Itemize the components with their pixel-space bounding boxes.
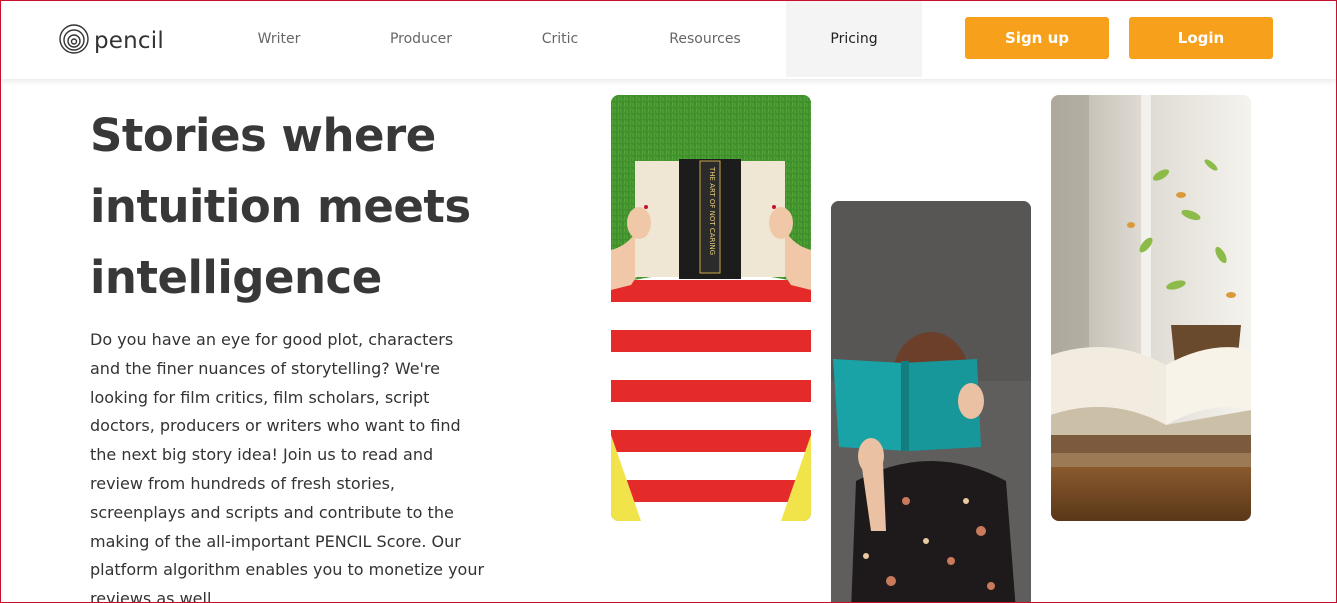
headline-line: intuition meets xyxy=(90,180,471,233)
photo-teal-book-reader xyxy=(831,201,1031,603)
intro-line: looking for film critics, film scholars,… xyxy=(90,387,430,407)
intro-line: and the finer nuances of storytelling? W… xyxy=(90,358,441,378)
headline-line: Stories where xyxy=(90,109,436,162)
intro-line: platform algorithm enables you to moneti… xyxy=(90,560,485,580)
photo-striped-reader: THE ART OF NOT CARING xyxy=(611,95,811,521)
nav-item-resources[interactable]: Resources xyxy=(651,1,759,77)
book-spine-title: THE ART OF NOT CARING xyxy=(708,166,716,255)
login-button[interactable]: Login xyxy=(1129,17,1273,59)
nav-item-producer[interactable]: Producer xyxy=(371,1,471,77)
intro-line: the next big story idea! Join us to read… xyxy=(90,445,434,465)
site-header: pencil Writer Producer Critic Resources … xyxy=(1,1,1336,79)
hero-headline: Stories where intuition meets intelligen… xyxy=(90,100,570,313)
photo-open-book xyxy=(1051,95,1251,521)
intro-line: reviews as well. xyxy=(90,589,217,603)
brand-logo[interactable]: pencil xyxy=(58,23,164,59)
intro-line: Do you have an eye for good plot, charac… xyxy=(90,330,454,349)
intro-line: doctors, producers or writers who want t… xyxy=(90,416,461,436)
intro-line: making of the all-important PENCIL Score… xyxy=(90,531,461,551)
nav-item-writer[interactable]: Writer xyxy=(238,1,320,77)
nav-item-critic[interactable]: Critic xyxy=(521,1,599,77)
intro-line: review from hundreds of fresh stories, xyxy=(90,473,396,493)
intro-line: screenplays and scripts and contribute t… xyxy=(90,502,454,522)
brand-name: pencil xyxy=(94,28,164,54)
nav-item-pricing[interactable]: Pricing xyxy=(786,1,922,77)
hero-intro-text: Do you have an eye for good plot, charac… xyxy=(90,326,490,603)
spiral-logo-icon xyxy=(58,23,90,59)
signup-button[interactable]: Sign up xyxy=(965,17,1109,59)
headline-line: intelligence xyxy=(90,251,382,304)
